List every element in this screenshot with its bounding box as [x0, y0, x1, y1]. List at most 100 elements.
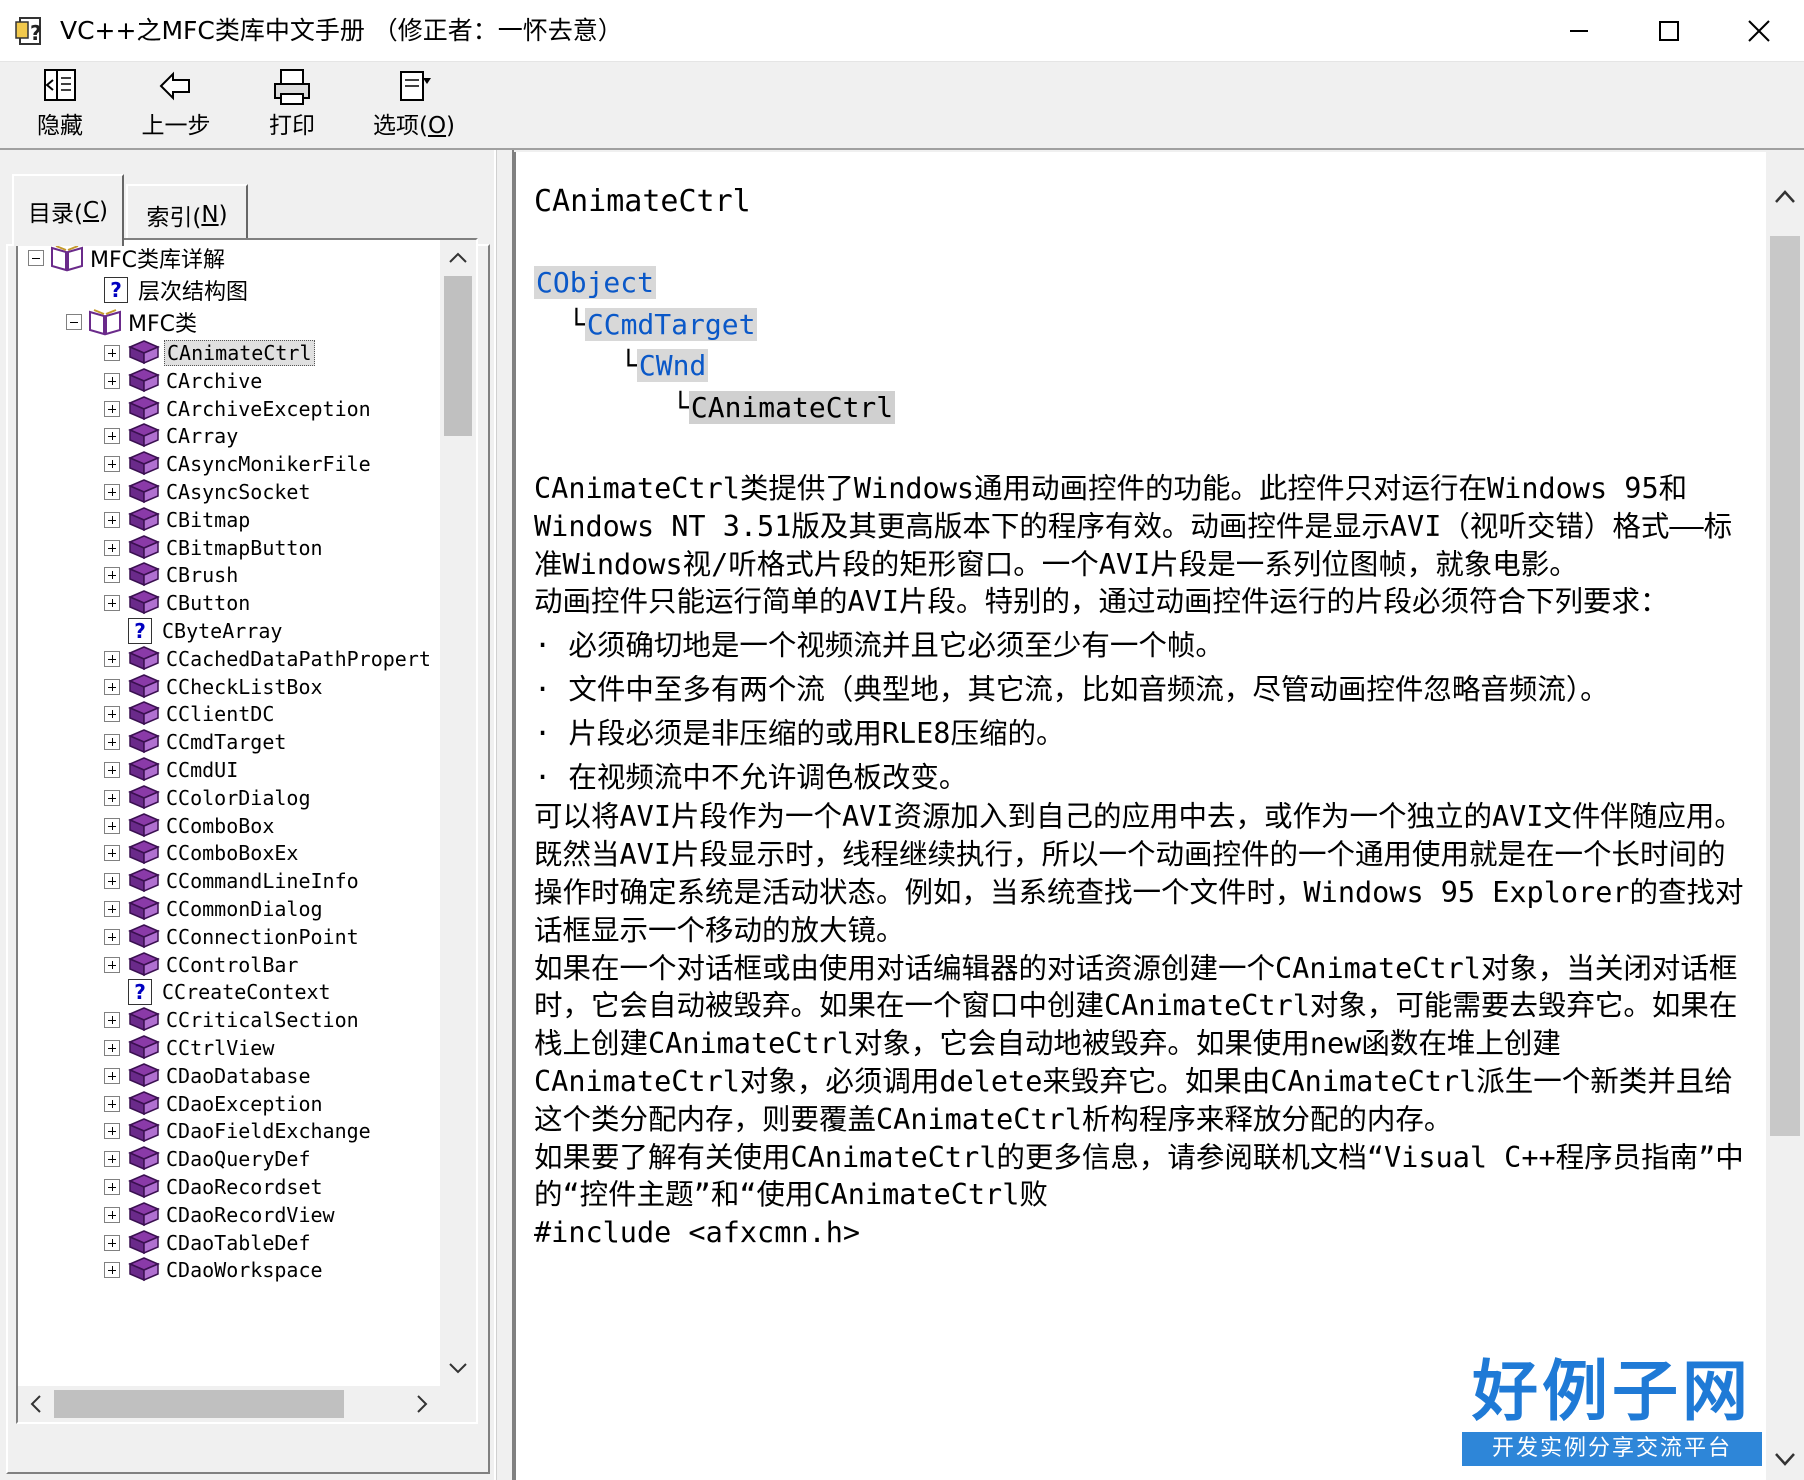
- link-cobject[interactable]: CObject: [534, 266, 657, 299]
- tree-node-label: CBitmap: [166, 507, 251, 532]
- tree-node-label: CCachedDataPathPropert: [166, 646, 431, 671]
- collapse-icon[interactable]: [66, 314, 82, 330]
- expand-icon[interactable]: [104, 400, 120, 417]
- tree-node-label: CDaoQueryDef: [166, 1147, 311, 1172]
- scroll-up-icon[interactable]: [440, 240, 476, 276]
- expand-icon[interactable]: [104, 1095, 120, 1112]
- closed-book-icon: [128, 562, 160, 587]
- link-ccmdtarget[interactable]: CCmdTarget: [584, 308, 758, 341]
- print-button[interactable]: 打印: [256, 68, 328, 148]
- print-label: 打印: [269, 113, 315, 139]
- tree-node-label: CDaoDatabase: [166, 1063, 311, 1088]
- help-page-icon: ?: [128, 979, 152, 1006]
- link-cwnd[interactable]: CWnd: [636, 349, 709, 382]
- expand-icon[interactable]: [104, 650, 120, 667]
- tab-contents[interactable]: 目录(C): [12, 174, 124, 246]
- tree-node-label: CAnimateCtrl: [164, 340, 315, 366]
- tab-index[interactable]: 索引(N): [126, 184, 248, 244]
- tree-node-label: CCtrlView: [166, 1036, 275, 1060]
- closed-book-icon: [128, 840, 160, 865]
- tree-node-label: CDaoFieldExchange: [166, 1119, 371, 1144]
- tree-horizontal-scrollbar[interactable]: [18, 1386, 440, 1422]
- expand-icon[interactable]: [104, 734, 120, 751]
- scroll-thumb[interactable]: [444, 276, 472, 436]
- back-button[interactable]: 上一步: [128, 68, 224, 148]
- expand-icon[interactable]: [104, 1067, 120, 1084]
- expand-icon[interactable]: [104, 456, 120, 473]
- tree-node-label: CConnectionPoint: [166, 924, 359, 949]
- tree-node-label: CCmdTarget: [166, 730, 287, 755]
- tree-node-label: CControlBar: [166, 952, 299, 977]
- expand-icon[interactable]: [104, 539, 120, 556]
- scroll-down-icon[interactable]: [1766, 1440, 1804, 1478]
- closed-book-icon: [128, 673, 160, 698]
- tree-node-class[interactable]: CDaoWorkspace: [104, 1254, 325, 1286]
- hide-pane-icon: [44, 69, 76, 101]
- expand-icon[interactable]: [104, 567, 120, 584]
- scroll-left-icon[interactable]: [18, 1386, 54, 1422]
- bullet-item: · 文件中至多有两个流（典型地，其它流，比如音频流，尽管动画控件忽略音频流）。: [534, 672, 1609, 706]
- expand-icon[interactable]: [104, 1179, 120, 1195]
- bullet-item: · 必须确切地是一个视频流并且它必须至少有一个帧。: [534, 629, 1224, 663]
- expand-icon[interactable]: [104, 678, 120, 695]
- expand-icon[interactable]: [104, 484, 120, 500]
- paragraph: 动画控件只能运行简单的AVI片段。特别的，通过动画控件运行的片段必须符合下列要求…: [534, 585, 1669, 619]
- tree-vertical-scrollbar[interactable]: [440, 240, 476, 1386]
- expand-icon[interactable]: [104, 762, 120, 778]
- hierarchy-level-0: CObject: [534, 266, 657, 299]
- tree-node-label: CCommonDialog: [166, 897, 323, 921]
- hide-button[interactable]: 隐藏: [24, 68, 96, 148]
- closed-book-icon: [128, 1035, 160, 1060]
- options-label: 选项(O): [372, 113, 456, 139]
- tree-node-label: CArchive: [166, 368, 263, 393]
- pane-splitter[interactable]: [496, 150, 514, 1480]
- hierarchy-level-3: └CAnimateCtrl: [672, 391, 896, 424]
- expand-icon[interactable]: [104, 845, 120, 862]
- tree-items: MFC类库详解 ? 层次结构图 MFC类 CAnimateCtrl CArchiv…: [18, 240, 438, 1422]
- expand-icon[interactable]: [104, 789, 120, 806]
- tree-node-label: CDaoRecordset: [166, 1175, 323, 1199]
- expand-icon[interactable]: [104, 372, 120, 389]
- tree-node-mfc-classes[interactable]: MFC类: [66, 306, 199, 338]
- bullet-item: · 片段必须是非压缩的或用RLE8压缩的。: [534, 716, 1065, 750]
- contents-tree[interactable]: MFC类库详解 ? 层次结构图 MFC类 CAnimateCtrl CArchiv…: [16, 238, 478, 1424]
- expand-icon[interactable]: [104, 1206, 120, 1223]
- close-button[interactable]: [1714, 0, 1804, 62]
- closed-book-icon: [128, 1229, 160, 1254]
- scroll-up-icon[interactable]: [1766, 178, 1804, 216]
- maximize-button[interactable]: [1624, 0, 1714, 62]
- expand-icon[interactable]: [104, 428, 120, 445]
- minimize-icon: [1570, 30, 1588, 32]
- tree-node-label: CCheckListBox: [166, 674, 323, 699]
- scroll-thumb[interactable]: [54, 1390, 344, 1418]
- maximize-icon: [1659, 21, 1679, 41]
- expand-icon[interactable]: [104, 595, 120, 612]
- expand-icon[interactable]: [104, 817, 120, 834]
- expand-icon[interactable]: [104, 1012, 120, 1029]
- closed-book-icon: [128, 923, 160, 948]
- content-vertical-scrollbar[interactable]: [1766, 152, 1804, 1480]
- tree-node-label: CAsyncSocket: [166, 480, 311, 504]
- expand-icon[interactable]: [104, 1234, 120, 1251]
- scroll-right-icon[interactable]: [404, 1386, 440, 1422]
- scroll-down-icon[interactable]: [440, 1350, 476, 1386]
- collapse-icon[interactable]: [28, 250, 44, 266]
- expand-icon[interactable]: [104, 1151, 120, 1168]
- expand-icon[interactable]: [104, 901, 120, 917]
- expand-icon[interactable]: [104, 928, 120, 945]
- expand-icon[interactable]: [104, 956, 120, 973]
- hierarchy-level-1: └CCmdTarget: [568, 308, 758, 341]
- expand-icon[interactable]: [104, 1123, 120, 1140]
- expand-icon[interactable]: [104, 511, 120, 528]
- options-button[interactable]: 选项(O): [364, 68, 464, 148]
- closed-book-icon: [128, 812, 160, 837]
- tree-node-hierarchy[interactable]: ? 层次结构图: [104, 274, 250, 306]
- tree-node-root[interactable]: MFC类库详解: [28, 242, 227, 274]
- expand-icon[interactable]: [104, 345, 120, 361]
- expand-icon[interactable]: [104, 1040, 120, 1056]
- expand-icon[interactable]: [104, 873, 120, 890]
- minimize-button[interactable]: [1534, 0, 1624, 62]
- expand-icon[interactable]: [104, 706, 120, 723]
- expand-icon[interactable]: [104, 1262, 120, 1279]
- scroll-thumb[interactable]: [1770, 236, 1800, 1136]
